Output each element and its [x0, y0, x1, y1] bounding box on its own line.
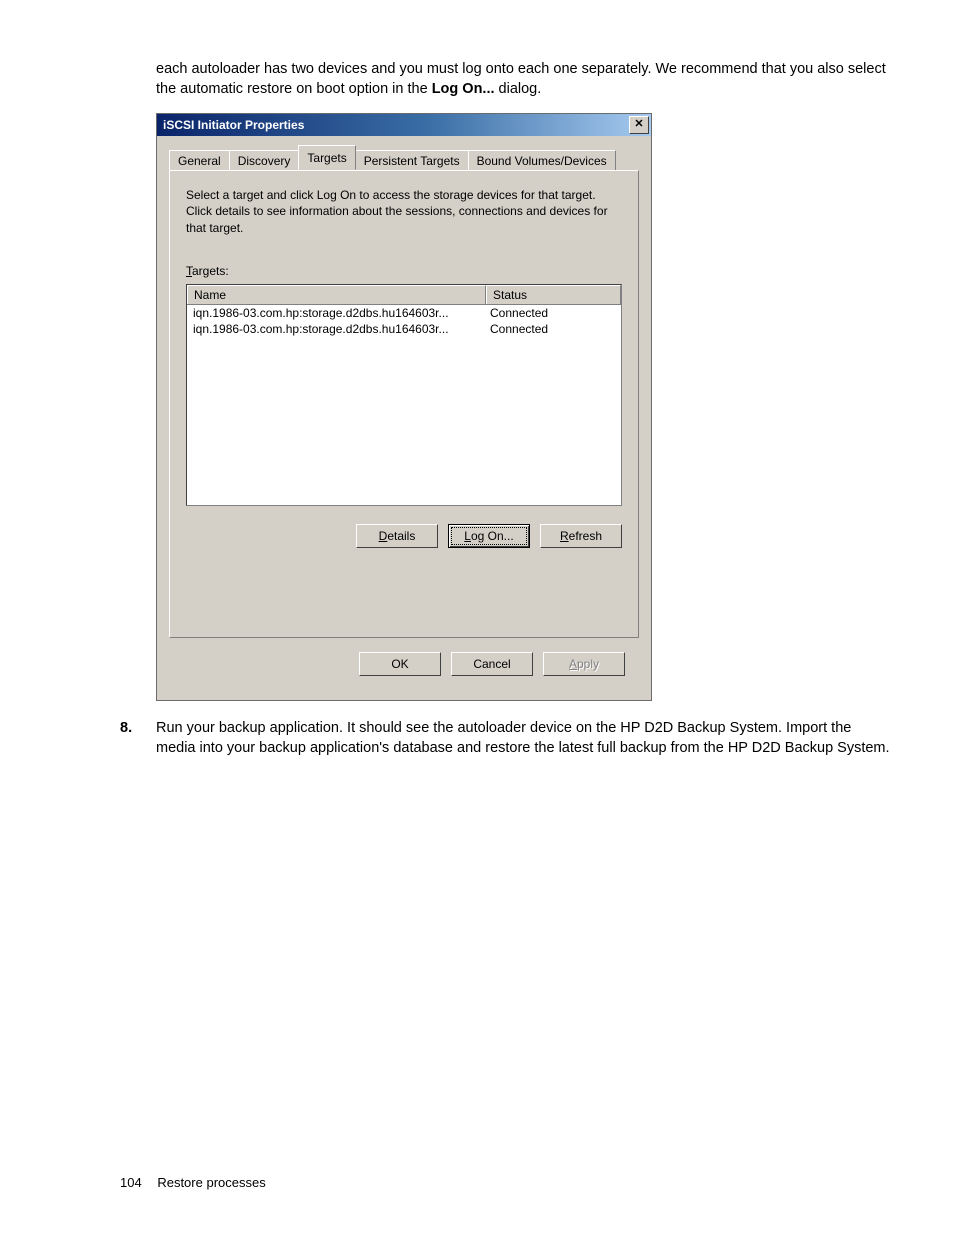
row-status: Connected — [484, 321, 621, 337]
tabstrip: General Discovery Targets Persistent Tar… — [169, 148, 639, 170]
iscsi-dialog: iSCSI Initiator Properties ✕ General Dis… — [156, 113, 652, 701]
page-footer: 104 Restore processes — [120, 1175, 266, 1190]
listview-header: Name Status — [187, 285, 621, 305]
tab-discovery[interactable]: Discovery — [229, 150, 300, 171]
close-icon[interactable]: ✕ — [629, 116, 649, 134]
section-title: Restore processes — [157, 1175, 265, 1190]
action-button-row: Details Log On... Refresh — [186, 524, 622, 548]
tab-bound[interactable]: Bound Volumes/Devices — [468, 150, 616, 171]
dialog-title: iSCSI Initiator Properties — [163, 118, 629, 132]
tab-persistent[interactable]: Persistent Targets — [355, 150, 469, 171]
tab-general[interactable]: General — [169, 150, 230, 171]
logon-button[interactable]: Log On... — [448, 524, 530, 548]
refresh-button[interactable]: Refresh — [540, 524, 622, 548]
step-number: 8. — [120, 719, 156, 758]
step-text: Run your backup application. It should s… — [156, 719, 894, 758]
col-status[interactable]: Status — [486, 285, 621, 304]
step-8: 8. Run your backup application. It shoul… — [120, 719, 894, 758]
details-button[interactable]: Details — [356, 524, 438, 548]
row-name: iqn.1986-03.com.hp:storage.d2dbs.hu16460… — [187, 305, 484, 321]
dialog-footer-buttons: OK Cancel Apply — [169, 638, 639, 690]
col-name[interactable]: Name — [187, 285, 486, 304]
row-name: iqn.1986-03.com.hp:storage.d2dbs.hu16460… — [187, 321, 484, 337]
ok-button[interactable]: OK — [359, 652, 441, 676]
intro-bold: Log On... — [432, 81, 495, 97]
cancel-button[interactable]: Cancel — [451, 652, 533, 676]
instruction-text: Select a target and click Log On to acce… — [186, 187, 622, 236]
tab-targets[interactable]: Targets — [298, 145, 355, 170]
list-item[interactable]: iqn.1986-03.com.hp:storage.d2dbs.hu16460… — [187, 305, 621, 321]
targets-listview[interactable]: Name Status iqn.1986-03.com.hp:storage.d… — [186, 284, 622, 506]
apply-button: Apply — [543, 652, 625, 676]
targets-label: Targets: — [186, 264, 622, 278]
tab-panel-targets: Select a target and click Log On to acce… — [169, 170, 639, 638]
page-number: 104 — [120, 1175, 142, 1190]
row-status: Connected — [484, 305, 621, 321]
titlebar: iSCSI Initiator Properties ✕ — [157, 114, 651, 136]
list-item[interactable]: iqn.1986-03.com.hp:storage.d2dbs.hu16460… — [187, 321, 621, 337]
intro-paragraph: each autoloader has two devices and you … — [156, 60, 894, 99]
intro-text-b: dialog. — [495, 81, 542, 97]
